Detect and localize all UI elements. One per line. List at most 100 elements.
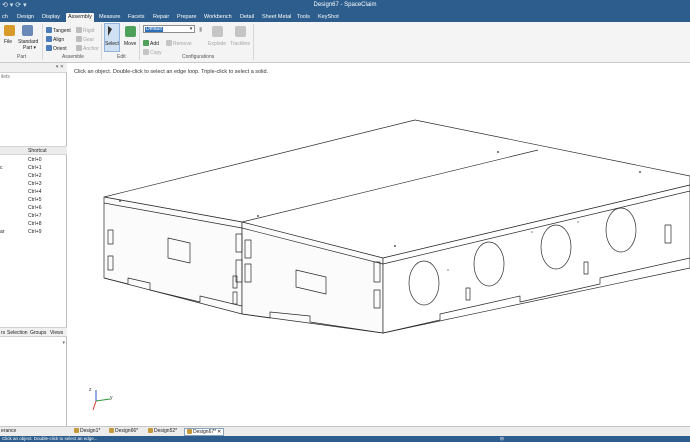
anchor-button[interactable]: Anchor — [76, 45, 99, 52]
tab-workbench[interactable]: Workbench — [202, 13, 234, 22]
status-icon[interactable]: ⊟ — [500, 436, 504, 442]
shortcut-row[interactable]: Ctrl+4 — [0, 188, 67, 196]
shortcut-row[interactable]: Ctrl+7 — [0, 212, 67, 220]
doc-tab-design52[interactable]: Design52* — [146, 428, 179, 436]
orient-button[interactable]: Orient — [46, 45, 67, 52]
configuration-combobox[interactable]: Default ▾ — [143, 25, 195, 33]
ribbon-tab-bar: ch Design Display Assembly Measure Facet… — [0, 11, 690, 22]
trackline-button[interactable]: Trackline — [230, 41, 250, 47]
ribbon: File Standard Part ▾ Part Tangent Rigid … — [0, 22, 690, 63]
tangent-button[interactable]: Tangent — [46, 27, 71, 34]
window-title: Design67 - SpaceClaim — [313, 2, 377, 8]
move-button[interactable]: Move — [124, 41, 136, 47]
design-icon — [109, 428, 114, 433]
shortcut-key: Ctrl+5 — [28, 197, 42, 203]
pin-icon[interactable]: ▾ — [62, 340, 65, 346]
align-icon — [46, 36, 52, 42]
ribbon-separator — [101, 24, 102, 60]
shortcut-row[interactable]: Ctrl+0 — [0, 156, 67, 164]
tab-repair[interactable]: Repair — [151, 13, 171, 22]
shortcut-key: Ctrl+9 — [28, 229, 42, 235]
standard-part-dropdown[interactable]: Part ▾ — [23, 45, 36, 51]
tab-selection[interactable]: Selection — [7, 330, 28, 336]
doc-tab-design66[interactable]: Design66* — [107, 428, 140, 436]
shortcut-row[interactable]: Ctrl+8 — [0, 220, 67, 228]
tab-assembly[interactable]: Assembly — [66, 13, 94, 22]
panel-tab-bar: rs Selection Groups Views ▾ — [0, 327, 67, 346]
doc-tab-label: Design66* — [115, 428, 139, 434]
file-part-icon — [4, 25, 15, 36]
orient-icon — [46, 45, 52, 51]
shortcut-row[interactable]: Ctrl+6 — [0, 204, 67, 212]
axis-triad — [92, 390, 111, 411]
pin-icon[interactable]: ▾ ✕ — [56, 64, 64, 70]
select-button[interactable]: Select — [105, 41, 119, 47]
rigid-label: Rigid — [83, 28, 95, 34]
tab-facets[interactable]: Facets — [126, 13, 147, 22]
shortcut-key: Ctrl+8 — [28, 221, 42, 227]
design-icon — [187, 429, 192, 434]
title-bar: ⟲ ▾ ⟳ ▾ Design67 - SpaceClaim — [0, 0, 690, 11]
status-hint-text: Click an object. Double-click to select … — [74, 69, 269, 75]
anchor-icon — [76, 45, 82, 51]
design-viewport[interactable] — [68, 63, 690, 426]
group-label-configurations: Configurations — [182, 54, 215, 60]
tab-sheet-metal[interactable]: Sheet Metal — [260, 13, 293, 22]
copy-label: Copy — [150, 50, 162, 56]
shortcut-row[interactable]: c Ctrl+1 — [0, 164, 67, 172]
select-arrow-icon — [108, 26, 112, 36]
bolt-hole — [394, 245, 396, 247]
orient-label: Orient — [53, 46, 67, 52]
axis-y-label: y — [110, 395, 113, 401]
explode-button[interactable]: Explode — [208, 41, 226, 47]
configuration-lock-icon[interactable]: ▮ — [199, 26, 202, 33]
shortcut-row[interactable]: Ctrl+2 — [0, 172, 67, 180]
doc-tab-design67[interactable]: Design67*✕ — [184, 428, 225, 436]
gear-button[interactable]: Gear — [76, 36, 94, 43]
shortcut-row[interactable]: Ctrl+3 — [0, 180, 67, 188]
tab-views[interactable]: Views — [50, 330, 63, 336]
gear-label: Gear — [83, 37, 95, 43]
shortcut-table-header: Shortcut — [0, 146, 67, 155]
bolt-hole — [531, 231, 533, 233]
tab-sketch[interactable]: ch — [0, 13, 10, 22]
design-icon — [74, 428, 79, 433]
bolt-hole — [257, 215, 259, 217]
chevron-down-icon[interactable]: ▾ — [188, 26, 194, 32]
shortcut-key: Ctrl+3 — [28, 181, 42, 187]
shortcut-row[interactable]: Ctrl+5 — [0, 196, 67, 204]
add-configuration-button[interactable]: Add — [143, 40, 159, 47]
axis-z-label: z — [89, 387, 92, 393]
copy-configuration-button[interactable]: Copy — [143, 49, 162, 56]
add-icon — [143, 40, 149, 46]
tangent-label: Tangent — [53, 28, 71, 34]
shortcut-column-header: Shortcut — [28, 148, 47, 154]
tab-prepare[interactable]: Prepare — [175, 13, 199, 22]
remove-configuration-button[interactable]: Remove — [166, 40, 192, 47]
file-button[interactable]: File — [4, 39, 12, 45]
close-icon[interactable]: ✕ — [217, 429, 221, 435]
shortcut-name: c — [0, 165, 3, 171]
bolt-hole — [639, 171, 641, 173]
remove-label: Remove — [173, 41, 192, 47]
rigid-button[interactable]: Rigid — [76, 27, 94, 34]
tab-tools[interactable]: Tools — [295, 13, 312, 22]
shortcut-key: Ctrl+2 — [28, 173, 42, 179]
shortcut-row[interactable]: ar Ctrl+9 — [0, 228, 67, 236]
align-button[interactable]: Align — [46, 36, 64, 43]
tangent-icon — [46, 27, 52, 33]
document-tab-bar: erance Design1* Design66* Design52* Desi… — [0, 426, 690, 436]
doc-tab-design1[interactable]: Design1* — [72, 428, 102, 436]
tab-display[interactable]: Display — [40, 13, 62, 22]
tab-layers[interactable]: rs — [1, 330, 5, 336]
tab-measure[interactable]: Measure — [97, 13, 122, 22]
tab-keyshot[interactable]: KeyShot — [316, 13, 341, 22]
tab-groups[interactable]: Groups — [30, 330, 46, 336]
bolt-hole — [577, 221, 579, 223]
select-button-highlight[interactable] — [104, 23, 120, 52]
tab-design[interactable]: Design — [15, 13, 36, 22]
panel-subtitle: ilets — [1, 74, 10, 80]
model-drawing[interactable] — [68, 63, 690, 426]
gear-icon — [76, 36, 82, 42]
tab-detail[interactable]: Detail — [238, 13, 256, 22]
